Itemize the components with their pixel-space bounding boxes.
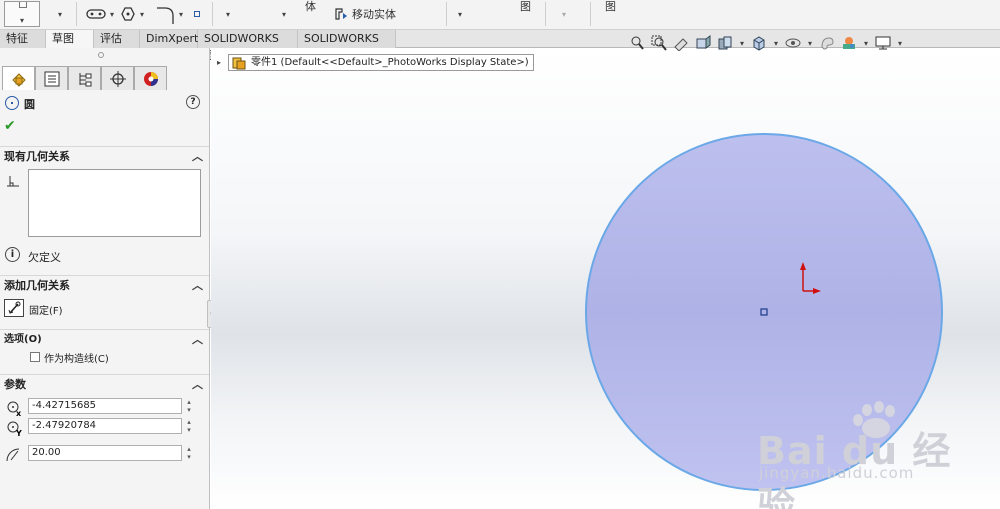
center-x-icon: x: [5, 400, 23, 419]
existing-relations-label: 现有几何关系: [4, 150, 70, 163]
construction-checkbox[interactable]: [30, 352, 40, 362]
ribbon-label-view: 图: [520, 0, 531, 13]
collapse-chevron-icon[interactable]: ︿: [192, 330, 203, 350]
heads-up-toolbar: ▾ ▾ ▾ ▾ ▾: [628, 33, 904, 53]
disabled-dropdown[interactable]: ▾: [562, 0, 566, 28]
edit-appearance-icon[interactable]: [818, 35, 836, 51]
display-style-dropdown[interactable]: ▾: [772, 35, 780, 51]
info-icon: i: [5, 247, 20, 262]
relations-dropdown[interactable]: ▾: [458, 0, 462, 28]
sketch-tool-icon[interactable]: ▾: [4, 0, 40, 28]
center-y-input[interactable]: -2.47920784: [28, 418, 182, 434]
apply-scene-icon[interactable]: [840, 35, 858, 51]
tab-evaluate[interactable]: 评估: [94, 30, 140, 48]
move-entities-label: 移动实体: [352, 8, 396, 21]
mirror-dropdown[interactable]: ▾: [226, 0, 230, 28]
panel-title: 圆: [24, 98, 35, 111]
dimxpert-manager-tab-icon[interactable]: [101, 66, 134, 90]
hide-show-items-icon[interactable]: [784, 35, 802, 51]
view-orientation-icon[interactable]: [750, 35, 768, 51]
feature-manager-tab-icon[interactable]: [2, 66, 35, 90]
property-manager: 圆 ? ✔ 现有几何关系 ︿ i 欠定义 添加几何关系 ︿ 固定(F) 选项(O…: [0, 48, 210, 509]
radius-icon: [5, 446, 23, 465]
ok-check-icon[interactable]: ✔: [4, 118, 16, 134]
collapse-chevron-icon[interactable]: ︿: [192, 375, 203, 395]
tab-sketch[interactable]: 草图: [46, 30, 94, 48]
baidu-watermark: Bai du 经验 jingyan.baidu.com: [755, 400, 970, 509]
svg-text:Y: Y: [15, 429, 22, 436]
panel-tab-bar: [2, 66, 168, 90]
fix-relation-label: 固定(F): [29, 306, 63, 317]
tab-solidworks-addins[interactable]: SOLIDWORKS 插件: [198, 30, 298, 62]
move-entities-button[interactable]: 移动实体: [334, 0, 396, 28]
existing-relations-header[interactable]: 现有几何关系 ︿: [0, 146, 209, 168]
dropdown-arrow-icon[interactable]: ▾: [58, 0, 62, 28]
section-view-icon[interactable]: [694, 35, 712, 51]
tab-dimxpert[interactable]: DimXpert: [140, 30, 198, 48]
circle-icon: [5, 96, 19, 110]
view-settings-icon[interactable]: [874, 35, 892, 51]
small-point-icon[interactable]: [194, 0, 200, 28]
polygon-tool-icon[interactable]: ▾: [120, 0, 144, 28]
view-orientation-dropdown[interactable]: ▾: [738, 35, 746, 51]
options-header[interactable]: 选项(O) ︿: [0, 329, 209, 351]
fix-relation-button[interactable]: [4, 299, 24, 317]
collapse-chevron-icon[interactable]: ︿: [192, 147, 203, 167]
fillet-tool-icon[interactable]: ▾: [155, 0, 183, 28]
ribbon-label-view-2: 图: [605, 0, 616, 13]
command-ribbon: ▾ ▾ ▾ ▾ ▾ ▾ ▾ 体 移动实体 ▾ ▾ 图 ▾ 图: [0, 0, 1000, 40]
svg-text:x: x: [16, 409, 22, 416]
watermark-url: jingyan.baidu.com: [759, 464, 915, 482]
tab-solidworks-mbd[interactable]: SOLIDWORKS MBD: [298, 30, 396, 62]
pattern-dropdown[interactable]: ▾: [282, 0, 286, 28]
dynamic-annotation-icon[interactable]: [716, 35, 734, 51]
center-x-spinner[interactable]: ▴ ▾: [184, 398, 194, 414]
part-icon: [232, 57, 246, 69]
expand-arrow-icon[interactable]: ▸: [217, 55, 221, 70]
panel-grip-icon[interactable]: [98, 52, 104, 58]
add-relations-label: 添加几何关系: [4, 279, 70, 292]
radius-input[interactable]: 20.00: [28, 445, 182, 461]
options-label: 选项(O): [4, 334, 42, 345]
scene-dropdown[interactable]: ▾: [862, 35, 870, 51]
zoom-to-area-icon[interactable]: [650, 35, 668, 51]
zoom-to-fit-icon[interactable]: [628, 35, 646, 51]
center-y-icon: Y: [5, 420, 23, 439]
construction-label: 作为构造线(C): [44, 354, 109, 365]
under-defined-status: 欠定义: [28, 251, 61, 264]
parameters-header[interactable]: 参数 ︿: [0, 374, 209, 396]
add-relations-header[interactable]: 添加几何关系 ︿: [0, 275, 209, 297]
ribbon-label-body: 体: [305, 0, 316, 13]
previous-view-icon[interactable]: [672, 35, 690, 51]
help-icon[interactable]: ?: [186, 95, 200, 109]
view-settings-dropdown[interactable]: ▾: [896, 35, 904, 51]
relation-perpendicular-icon: [6, 174, 20, 191]
center-x-input[interactable]: -4.42715685: [28, 398, 182, 414]
feature-tree-flyout[interactable]: ▸ 零件1 (Default<<Default>_PhotoWorks Disp…: [217, 54, 534, 71]
anchor-icon: [8, 301, 21, 314]
feature-tree-label: 零件1 (Default<<Default>_PhotoWorks Displa…: [251, 57, 529, 68]
center-y-spinner[interactable]: ▴ ▾: [184, 418, 194, 434]
existing-relations-list[interactable]: [28, 169, 201, 237]
hide-show-dropdown[interactable]: ▾: [806, 35, 814, 51]
radius-spinner[interactable]: ▴ ▾: [184, 445, 194, 461]
display-manager-tab-icon[interactable]: [134, 66, 167, 90]
slot-tool-icon[interactable]: ▾: [86, 0, 114, 28]
parameters-label: 参数: [4, 378, 26, 391]
tab-features[interactable]: 特征: [0, 30, 46, 48]
property-manager-tab-icon[interactable]: [35, 66, 68, 90]
collapse-chevron-icon[interactable]: ︿: [192, 276, 203, 296]
configuration-manager-tab-icon[interactable]: [68, 66, 101, 90]
